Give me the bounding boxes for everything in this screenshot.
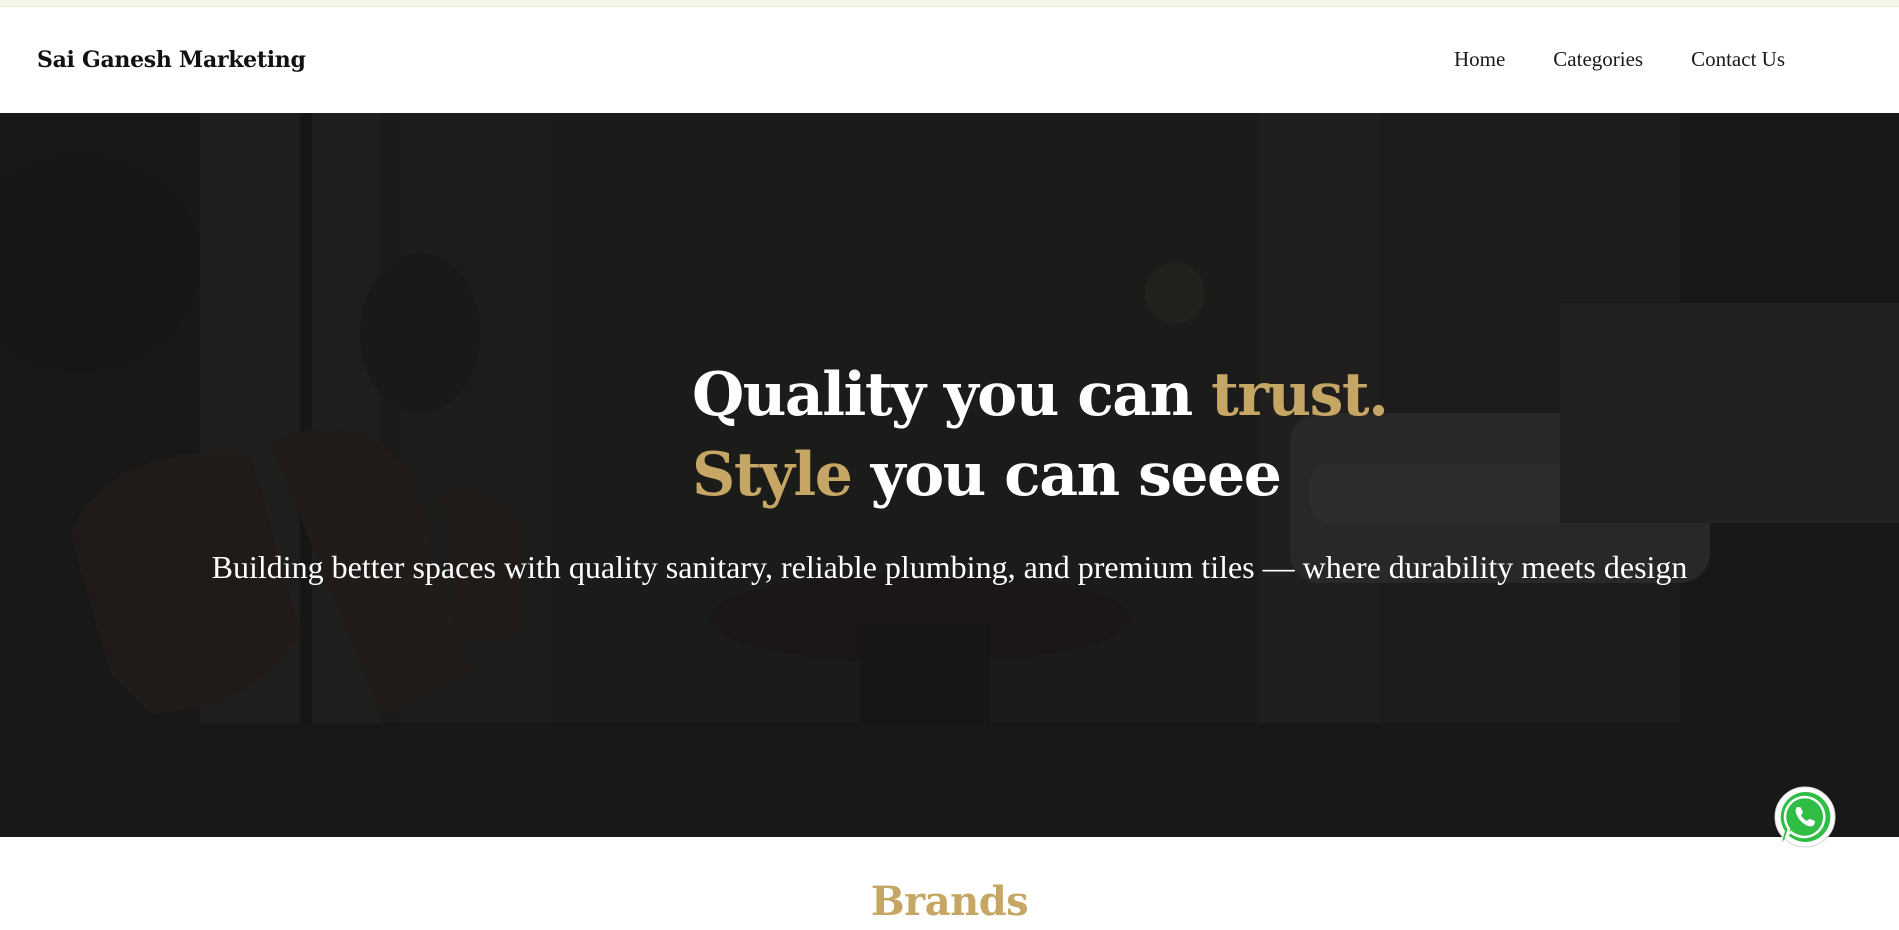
hero-headline: Quality you can trust. Style you can see… xyxy=(692,355,1389,515)
brand-logo[interactable]: Sai Ganesh Marketing xyxy=(37,47,306,73)
main-nav: Home Categories Contact Us xyxy=(1454,47,1785,72)
whatsapp-icon xyxy=(1774,786,1836,848)
hero-section: Quality you can trust. Style you can see… xyxy=(0,113,1899,837)
nav-contact-us[interactable]: Contact Us xyxy=(1691,47,1785,72)
headline-style-text: Style xyxy=(692,440,853,510)
headline-see-text: you can seee xyxy=(870,440,1282,510)
nav-home[interactable]: Home xyxy=(1454,47,1505,72)
headline-quality-text: Quality you can xyxy=(692,360,1193,430)
whatsapp-button[interactable] xyxy=(1774,786,1836,848)
navbar: Sai Ganesh Marketing Home Categories Con… xyxy=(0,7,1899,112)
headline-line1: Quality you can trust. xyxy=(692,360,1389,430)
top-strip xyxy=(0,0,1899,7)
brands-heading: Brands xyxy=(870,878,1029,925)
hero-subtitle: Building better spaces with quality sani… xyxy=(211,549,1688,585)
headline-trust-text: trust. xyxy=(1211,360,1389,430)
nav-categories[interactable]: Categories xyxy=(1553,47,1643,72)
hero-content: Quality you can trust. Style you can see… xyxy=(0,113,1899,837)
headline-line2: Style you can seee xyxy=(692,440,1282,510)
